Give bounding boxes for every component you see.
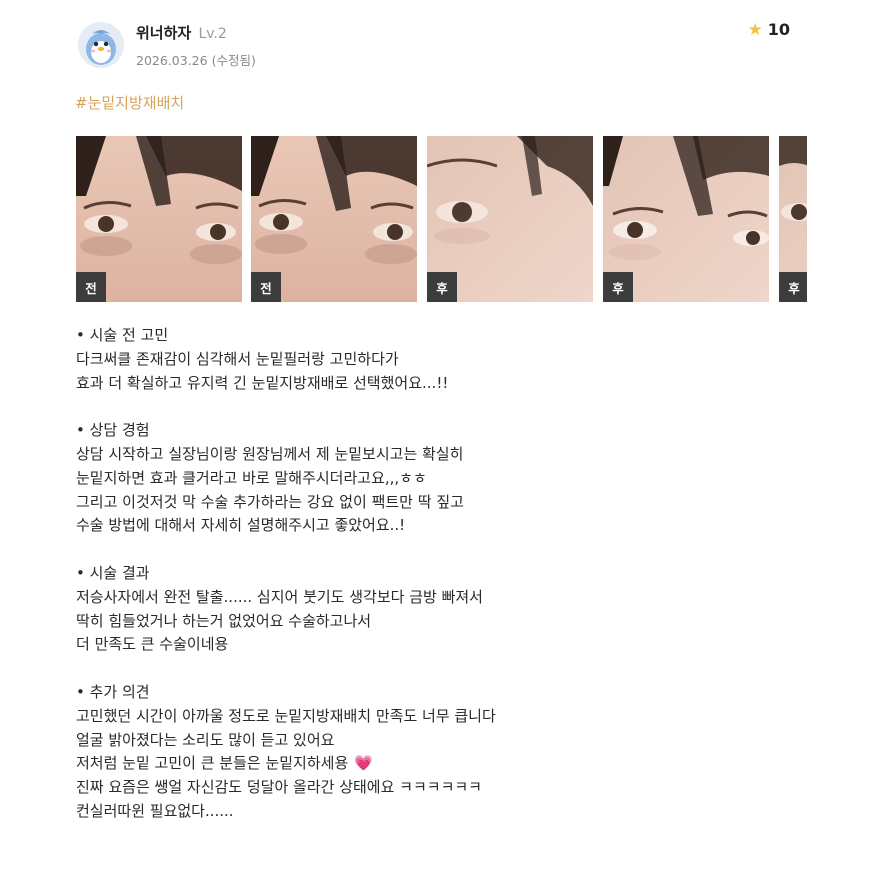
heart-icon: 💗 <box>354 754 373 773</box>
section-heading: • 추가 의견 <box>76 682 150 701</box>
section-additional-opinion: • 추가 의견 고민했던 시간이 아까울 정도로 눈밑지방재배치 만족도 너무 … <box>76 681 836 824</box>
body-line: 딱히 힘들었거나 하는거 없었어요 수술하고나서 <box>76 611 372 630</box>
gallery-photo[interactable]: 전 <box>76 136 242 302</box>
body-line: 컨실러따윈 필요없다...... <box>76 801 234 820</box>
rating-value: 10 <box>767 20 790 39</box>
photo-label: 전 <box>251 272 281 302</box>
body-line: 다크써클 존재감이 심각해서 눈밑필러랑 고민하다가 <box>76 349 399 368</box>
body-line: 더 만족도 큰 수술이네용 <box>76 635 229 654</box>
body-line: 상담 시작하고 실장님이랑 원장님께서 제 눈밑보시고는 확실히 <box>76 444 464 463</box>
section-heading: • 상담 경험 <box>76 421 150 440</box>
review-date: 2026.03.26 (수정됨) <box>136 50 256 69</box>
gallery-photo[interactable]: 전 <box>251 136 417 302</box>
star-icon: ★ <box>747 20 763 40</box>
edited-label: (수정됨) <box>211 53 256 68</box>
author-level: Lv.2 <box>198 26 227 42</box>
section-consultation: • 상담 경험 상담 시작하고 실장님이랑 원장님께서 제 눈밑보시고는 확실히… <box>76 419 836 538</box>
gallery-photo[interactable]: 후 <box>779 136 807 302</box>
photo-label: 후 <box>603 272 633 302</box>
photo-label: 후 <box>779 272 807 302</box>
penguin-avatar-icon[interactable] <box>78 22 124 68</box>
review-header: 위너하자 Lv.2 2026.03.26 (수정됨) ★ 10 <box>78 18 798 74</box>
body-line: 수술 방법에 대해서 자세히 설명해주시고 좋았어요..! <box>76 516 406 535</box>
body-line: 효과 더 확실하고 유지력 긴 눈밑지방재배로 선택했어요...!! <box>76 373 449 392</box>
gallery-photo[interactable]: 후 <box>427 136 593 302</box>
body-line: 저승사자에서 완전 탈출...... 심지어 붓기도 생각보다 금방 빠져서 <box>76 587 483 606</box>
photo-label: 후 <box>427 272 457 302</box>
body-line: 진짜 요즘은 쌩얼 자신감도 덩달아 올라간 상태에요 ㅋㅋㅋㅋㅋㅋ <box>76 778 482 797</box>
rating: ★ 10 <box>747 20 790 40</box>
hashtag-link[interactable]: #눈밑지방재배치 <box>75 92 184 113</box>
body-line: 그리고 이것저것 막 수술 추가하라는 강요 없이 팩트만 딱 짚고 <box>76 492 464 511</box>
author-nickname: 위너하자 <box>136 24 192 42</box>
body-line: 눈밑지하면 효과 클거라고 바로 말해주시더라고요,,,ㅎㅎ <box>76 468 427 487</box>
section-heading: • 시술 전 고민 <box>76 326 169 344</box>
body-line-text: 저처럼 눈밑 고민이 큰 분들은 눈밑지하세용 <box>76 754 349 773</box>
review-body: • 시술 전 고민 다크써클 존재감이 심각해서 눈밑필러랑 고민하다가 효과 … <box>76 324 836 848</box>
body-line: 고민했던 시간이 아까울 정도로 눈밑지방재배치 만족도 너무 큽니다 <box>76 706 496 725</box>
section-before-concern: • 시술 전 고민 다크써클 존재감이 심각해서 눈밑필러랑 고민하다가 효과 … <box>76 324 836 395</box>
section-heading: • 시술 결과 <box>76 563 150 582</box>
photo-label: 전 <box>76 272 106 302</box>
photo-gallery[interactable]: 전 전 후 후 후 <box>76 136 807 302</box>
section-result: • 시술 결과 저승사자에서 완전 탈출...... 심지어 붓기도 생각보다 … <box>76 562 836 657</box>
body-line: 저처럼 눈밑 고민이 큰 분들은 눈밑지하세용 💗 <box>76 752 836 776</box>
body-line: 얼굴 밝아졌다는 소리도 많이 듣고 있어요 <box>76 730 335 749</box>
author-name[interactable]: 위너하자 Lv.2 <box>136 22 227 43</box>
date-text: 2026.03.26 <box>136 53 208 68</box>
gallery-photo[interactable]: 후 <box>603 136 769 302</box>
